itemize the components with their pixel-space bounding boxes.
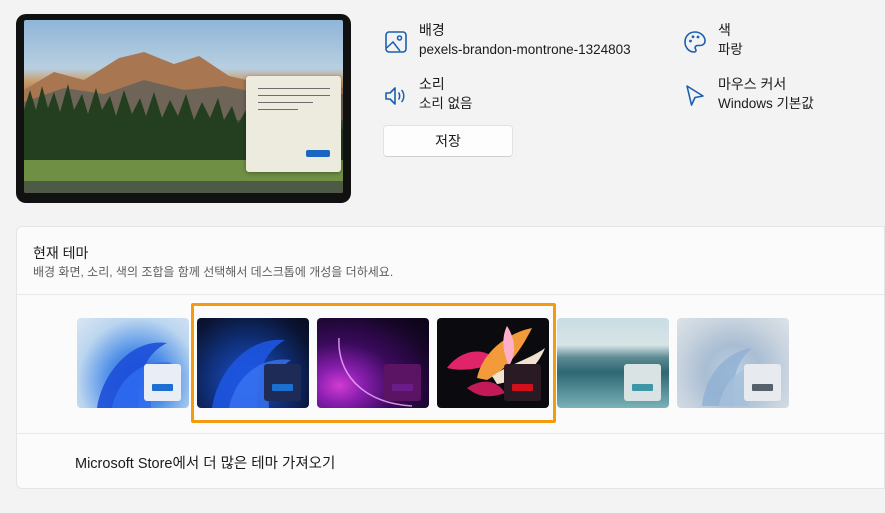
theme-captured-motion[interactable]	[437, 318, 549, 408]
cursor-value: Windows 기본값	[718, 96, 814, 111]
theme-preview	[16, 14, 351, 203]
preview-window	[246, 76, 341, 172]
preview-taskbar	[24, 181, 343, 193]
background-title: 배경	[419, 22, 445, 38]
sound-value: 소리 없음	[419, 96, 473, 111]
divider	[17, 433, 884, 434]
background-value: pexels-brandon-montrone-1324803	[419, 42, 631, 57]
theme-flow[interactable]	[677, 318, 789, 408]
theme-windows-dark[interactable]	[197, 318, 309, 408]
theme-windows-light[interactable]	[77, 318, 189, 408]
cursor-title: 마우스 커서	[718, 76, 787, 92]
get-more-themes-link[interactable]: Microsoft Store에서 더 많은 테마 가져오기	[75, 452, 335, 473]
preview-accent-button	[306, 150, 330, 157]
save-button[interactable]: 저장	[383, 125, 513, 157]
divider	[17, 294, 884, 295]
sound-setting[interactable]: 소리 소리 없음	[383, 75, 472, 113]
palette-icon	[684, 31, 706, 53]
current-theme-description: 배경 화면, 소리, 색의 조합을 함께 선택해서 데스크톱에 개성을 더하세요…	[33, 265, 394, 279]
pointer-icon	[686, 85, 704, 106]
background-setting[interactable]: 배경 pexels-brandon-montrone-1324803	[383, 21, 631, 59]
image-icon	[385, 31, 407, 53]
color-value: 파랑	[718, 42, 743, 57]
cursor-setting[interactable]: 마우스 커서 Windows 기본값	[682, 75, 814, 113]
color-title: 색	[718, 22, 731, 38]
current-theme-header[interactable]: 현재 테마 배경 화면, 소리, 색의 조합을 함께 선택해서 데스크톱에 개성…	[33, 243, 393, 281]
theme-glow[interactable]	[317, 318, 429, 408]
speaker-icon	[385, 87, 405, 105]
sound-title: 소리	[419, 76, 445, 92]
current-theme-title: 현재 테마	[33, 245, 89, 261]
theme-sunrise[interactable]	[557, 318, 669, 408]
preview-wallpaper	[24, 20, 343, 193]
color-setting[interactable]: 색 파랑	[682, 21, 743, 59]
